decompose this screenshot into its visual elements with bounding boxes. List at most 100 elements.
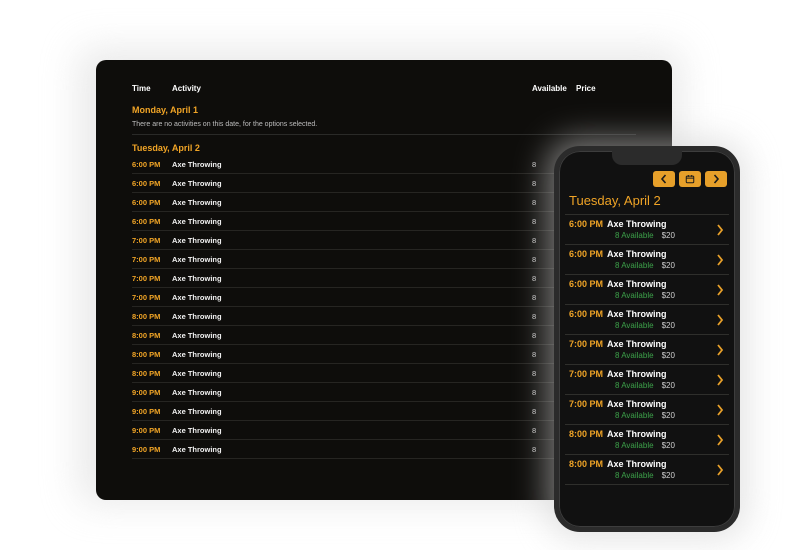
cell-price: $20 [662,411,675,420]
cell-available: 8 Available [615,471,654,480]
chevron-right-icon [713,314,727,326]
cell-available: 8 Available [615,441,654,450]
chevron-right-icon [713,464,727,476]
cell-activity: Axe Throwing [607,279,667,289]
phone-notch [612,151,682,165]
cell-time: 7:00 PM [132,274,172,283]
cell-time: 6:00 PM [132,198,172,207]
calendar-button[interactable] [679,171,701,187]
col-time: Time [132,84,172,93]
cell-price: $20 [662,291,675,300]
cell-time: 6:00 PM [569,279,603,289]
chevron-right-icon [713,374,727,386]
day-header: Monday, April 1 [132,97,636,117]
cell-available: 8 Available [615,231,654,240]
list-item[interactable]: 6:00 PM Axe Throwing 8 Available $20 [565,275,729,305]
cell-time: 7:00 PM [132,255,172,264]
cell-activity: Axe Throwing [607,339,667,349]
col-price: Price [576,84,606,93]
cell-time: 8:00 PM [132,331,172,340]
cell-activity: Axe Throwing [172,160,532,169]
list-item[interactable]: 8:00 PM Axe Throwing 8 Available $20 [565,455,729,485]
cell-time: 8:00 PM [569,429,603,439]
cell-activity: Axe Throwing [172,217,532,226]
cell-activity: Axe Throwing [172,369,532,378]
cell-time: 8:00 PM [132,312,172,321]
cell-activity: Axe Throwing [607,399,667,409]
cell-time: 7:00 PM [569,399,603,409]
cell-activity: Axe Throwing [607,309,667,319]
list-item[interactable]: 7:00 PM Axe Throwing 8 Available $20 [565,395,729,425]
chevron-right-icon [713,404,727,416]
cell-price: $20 [662,231,675,240]
cell-activity: Axe Throwing [172,350,532,359]
cell-activity: Axe Throwing [172,312,532,321]
chevron-right-icon [713,284,727,296]
cell-time: 9:00 PM [132,388,172,397]
cell-activity: Axe Throwing [172,388,532,397]
cell-activity: Axe Throwing [172,407,532,416]
cell-activity: Axe Throwing [172,236,532,245]
cell-available: 8 Available [615,291,654,300]
cell-activity: Axe Throwing [172,179,532,188]
cell-time: 8:00 PM [132,369,172,378]
list-item[interactable]: 6:00 PM Axe Throwing 8 Available $20 [565,215,729,245]
cell-activity: Axe Throwing [607,369,667,379]
phone-day-header: Tuesday, April 2 [565,191,729,215]
cell-available: 8 Available [615,261,654,270]
cell-available: 8 Available [615,381,654,390]
cell-activity: Axe Throwing [172,426,532,435]
col-activity: Activity [172,84,532,93]
cell-time: 6:00 PM [132,217,172,226]
chevron-right-icon [713,224,727,236]
cell-available: 8 Available [615,351,654,360]
cell-activity: Axe Throwing [607,249,667,259]
cell-price: $20 [662,471,675,480]
cell-time: 8:00 PM [569,459,603,469]
col-available: Available [532,84,576,93]
chevron-right-icon [713,254,727,266]
cell-time: 7:00 PM [569,339,603,349]
cell-activity: Axe Throwing [607,219,667,229]
cell-time: 7:00 PM [132,236,172,245]
cell-time: 7:00 PM [132,293,172,302]
chevron-right-icon [713,344,727,356]
cell-price: $20 [662,261,675,270]
cell-available: 8 Available [615,411,654,420]
cell-time: 6:00 PM [132,179,172,188]
cell-time: 6:00 PM [569,219,603,229]
cell-time: 6:00 PM [569,309,603,319]
cell-activity: Axe Throwing [172,331,532,340]
cell-activity: Axe Throwing [607,429,667,439]
list-item[interactable]: 8:00 PM Axe Throwing 8 Available $20 [565,425,729,455]
phone-mock: Tuesday, April 2 6:00 PM Axe Throwing 8 Av… [554,146,740,532]
prev-button[interactable] [653,171,675,187]
cell-activity: Axe Throwing [172,445,532,454]
cell-time: 9:00 PM [132,445,172,454]
cell-time: 9:00 PM [132,426,172,435]
next-button[interactable] [705,171,727,187]
cell-price: $20 [662,441,675,450]
cell-activity: Axe Throwing [172,198,532,207]
cell-activity: Axe Throwing [172,255,532,264]
cell-activity: Axe Throwing [172,274,532,283]
cell-activity: Axe Throwing [607,459,667,469]
list-item[interactable]: 7:00 PM Axe Throwing 8 Available $20 [565,335,729,365]
cell-time: 8:00 PM [132,350,172,359]
cell-time: 7:00 PM [569,369,603,379]
list-item[interactable]: 6:00 PMAxe Throwing8 Available$20 [565,305,729,335]
cell-activity: Axe Throwing [172,293,532,302]
table-header-row: Time Activity Available Price [132,84,636,97]
list-item[interactable]: 6:00 PM Axe Throwing 8 Available $20 [565,245,729,275]
cell-time: 9:00 PM [132,407,172,416]
no-activities-message: There are no activities on this date, fo… [132,117,636,135]
list-item[interactable]: 7:00 PM Axe Throwing 8 Available $20 [565,365,729,395]
cell-time: 6:00 PM [569,249,603,259]
chevron-right-icon [713,434,727,446]
cell-price: $20 [662,381,675,390]
phone-toolbar [565,171,729,191]
cell-available: 8 Available [615,321,654,330]
cell-time: 6:00 PM [132,160,172,169]
cell-price: $20 [662,351,675,360]
phone-frame: Tuesday, April 2 6:00 PM Axe Throwing 8 Av… [554,146,740,532]
